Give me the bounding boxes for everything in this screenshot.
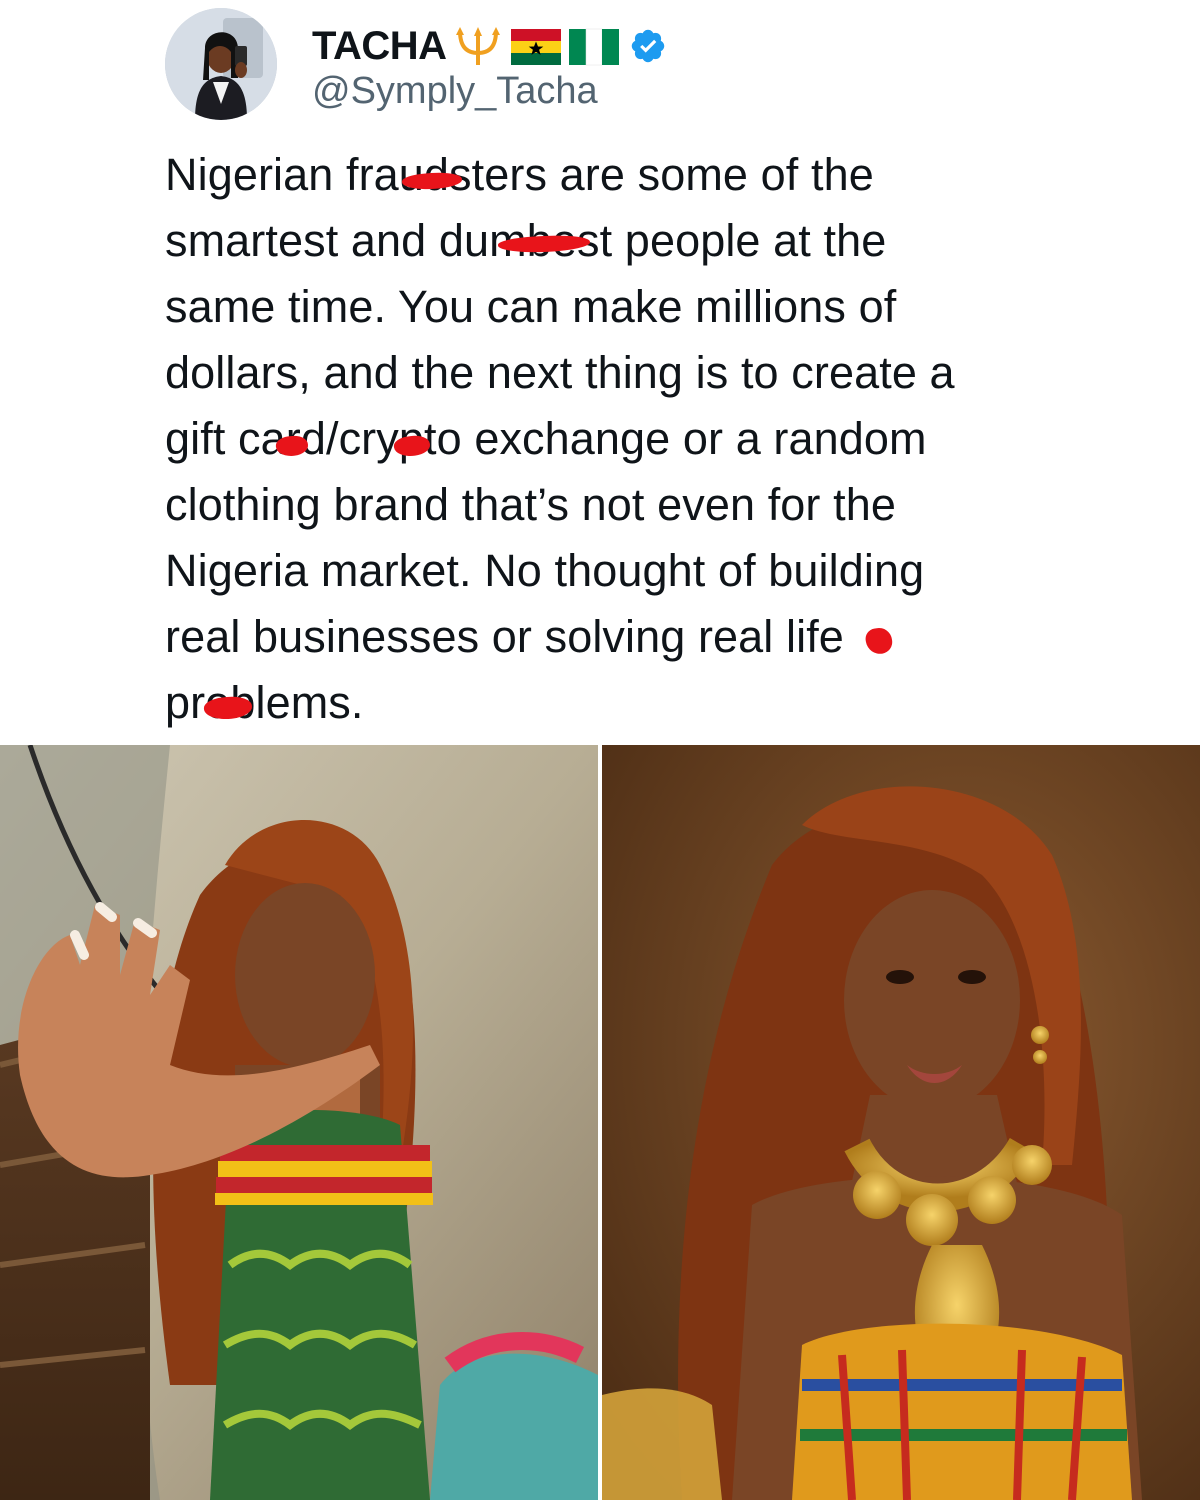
ghana-flag-icon	[509, 25, 563, 67]
woman-gold-necklace-portrait-photo	[602, 745, 1200, 1500]
tweet-text-line: problems.	[165, 677, 364, 728]
photo-right[interactable]	[602, 745, 1200, 1500]
woman-raising-hand-photo	[0, 745, 598, 1500]
tweet-header: TACHA @Symply_Tacha	[165, 8, 1065, 120]
tweet-text-line: Nigeria market. No thought of building	[165, 545, 925, 596]
photo-left[interactable]	[0, 745, 598, 1500]
tweet-text-line: real businesses or solving real life	[165, 611, 844, 662]
display-name[interactable]: TACHA	[312, 16, 447, 76]
tweet-text-line: clothing brand that’s not even for the	[165, 479, 896, 530]
verified-badge-icon	[629, 27, 667, 65]
avatar-image	[165, 8, 277, 120]
author-name-row: TACHA	[312, 16, 667, 76]
avatar[interactable]	[165, 8, 277, 120]
tweet-text-line: same time. You can make millions of	[165, 281, 897, 332]
author-handle[interactable]: @Symply_Tacha	[312, 68, 598, 114]
tweet-text-line: dollars, and the next thing is to create…	[165, 347, 955, 398]
nigeria-flag-icon	[567, 25, 621, 67]
trident-emoji-icon	[451, 25, 505, 67]
media-grid	[0, 745, 1200, 1500]
tweet-text-line: smartest and dumbest people at the	[165, 215, 887, 266]
tweet-text-line: Nigerian fraudsters are some of the	[165, 149, 874, 200]
